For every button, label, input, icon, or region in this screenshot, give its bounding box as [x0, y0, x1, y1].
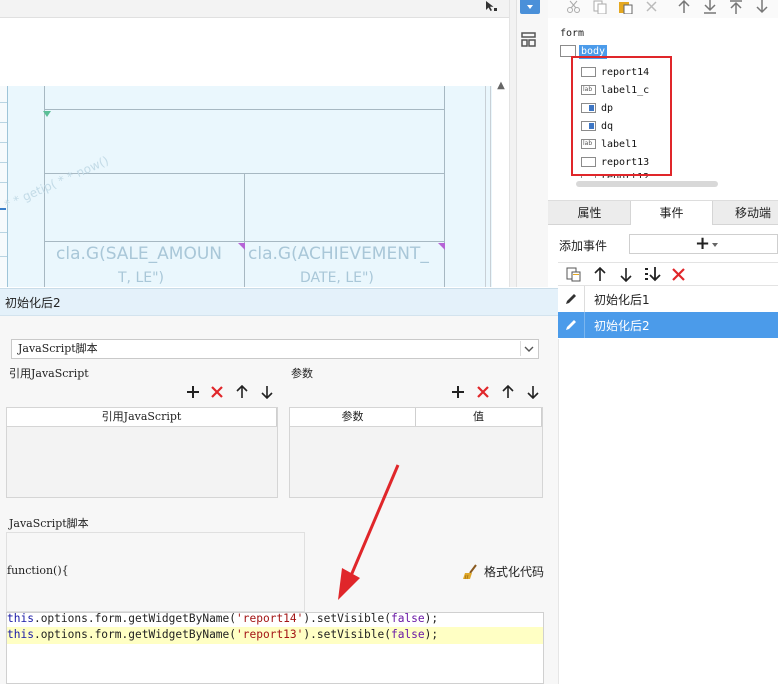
- event-item[interactable]: 初始化后1: [558, 286, 778, 312]
- event-item-label: 初始化后1: [594, 292, 650, 307]
- ref-js-up-button[interactable]: [235, 385, 249, 399]
- ruler-tick: [0, 182, 7, 183]
- ruler-tick: [0, 102, 7, 103]
- script-type-select[interactable]: JavaScript脚本: [11, 339, 539, 359]
- param-down-button[interactable]: [526, 385, 540, 399]
- move-down-icon[interactable]: [754, 0, 770, 14]
- pointer-cursor-icon[interactable]: [484, 0, 498, 12]
- broom-icon: [463, 563, 477, 579]
- ref-js-label: 引用JavaScript: [9, 367, 89, 380]
- ruler-tick: [0, 162, 7, 163]
- grid-line: [490, 86, 491, 287]
- sort-down-icon[interactable]: [644, 266, 662, 283]
- paste-event-icon[interactable]: [566, 267, 582, 282]
- grid-line: [485, 86, 486, 287]
- tree-scrollbar[interactable]: [576, 181, 718, 187]
- delete-icon[interactable]: [644, 0, 660, 14]
- layout-icon[interactable]: [520, 31, 537, 48]
- scroll-up-icon[interactable]: ▲: [495, 80, 507, 92]
- annotation-highlight-box: [571, 56, 672, 176]
- move-bottom-icon[interactable]: [702, 0, 718, 14]
- editor-title: 初始化后2: [5, 296, 61, 310]
- report-cell-sale-amount-sub: T, LE"): [118, 270, 164, 286]
- event-item-label: 初始化后2: [594, 318, 650, 333]
- code-line-2[interactable]: this.options.form.getWidgetByName('repor…: [7, 627, 438, 643]
- cell-marker-icon: [43, 111, 51, 117]
- add-param-button[interactable]: [451, 385, 465, 399]
- chevron-down-icon: [527, 5, 533, 9]
- event-toolbar: [558, 262, 778, 286]
- paste-icon[interactable]: [618, 0, 634, 14]
- ref-js-table[interactable]: 引用JavaScript: [6, 407, 278, 498]
- edit-icon: [558, 312, 585, 338]
- move-up-icon[interactable]: [593, 267, 607, 282]
- params-table[interactable]: 参数 值: [289, 407, 543, 498]
- report-cell-achievement-date[interactable]: cla.G(ACHIEVEMENT_: [248, 244, 443, 264]
- function-header: function(){: [7, 564, 69, 577]
- annotation-arrow-icon: [338, 464, 400, 600]
- chevron-down-icon[interactable]: [520, 341, 536, 356]
- ruler-tick: [0, 122, 7, 123]
- report-cell-sale-amount[interactable]: cla.G(SALE_AMOUN: [56, 244, 242, 264]
- add-event-label: 添加事件: [559, 239, 608, 253]
- delete-param-button[interactable]: [476, 385, 490, 399]
- tab-properties[interactable]: 属性: [549, 201, 630, 225]
- params-label: 参数: [291, 367, 313, 380]
- move-up-icon[interactable]: [676, 0, 692, 14]
- param-up-button[interactable]: [501, 385, 515, 399]
- edit-icon: [558, 286, 585, 312]
- ref-js-column-header: 引用JavaScript: [7, 408, 277, 426]
- chevron-down-icon: [712, 243, 718, 247]
- editor-header: [0, 288, 558, 316]
- ruler-marker: [0, 208, 6, 210]
- event-list-empty-area: [558, 339, 778, 684]
- script-label: JavaScript脚本: [9, 517, 89, 530]
- grid-line: [244, 173, 245, 287]
- grid-line: [444, 86, 445, 287]
- event-item-selected[interactable]: 初始化后2: [558, 312, 778, 338]
- format-code-label: 格式化代码: [484, 565, 545, 579]
- ruler-tick: [0, 232, 7, 233]
- grid-line: [44, 109, 444, 110]
- cut-icon[interactable]: [566, 0, 582, 14]
- report-cell-achievement-date-sub: DATE, LE"): [300, 270, 374, 286]
- tab-events[interactable]: 事件: [630, 201, 713, 225]
- ruler-tick: [0, 142, 7, 143]
- delete-event-icon[interactable]: [671, 267, 686, 282]
- canvas-scrollbar[interactable]: [509, 0, 516, 287]
- code-line-1[interactable]: this.options.form.getWidgetByName('repor…: [7, 611, 438, 627]
- delete-ref-js-button[interactable]: [210, 385, 224, 399]
- add-ref-js-button[interactable]: [186, 385, 200, 399]
- ref-js-down-button[interactable]: [260, 385, 274, 399]
- layout-dropdown-button[interactable]: [520, 0, 540, 14]
- add-event-button[interactable]: +: [629, 233, 778, 254]
- move-down-icon[interactable]: [619, 267, 633, 282]
- move-top-icon[interactable]: [728, 0, 744, 14]
- format-code-button[interactable]: 格式化代码: [462, 563, 544, 580]
- tree-root-form[interactable]: form: [560, 28, 584, 39]
- tab-mobile[interactable]: 移动端: [713, 201, 778, 225]
- tree-toolbar: [548, 0, 778, 18]
- value-column-header: 值: [416, 408, 542, 426]
- canvas-toolbar: [0, 0, 509, 17]
- copy-icon[interactable]: [592, 0, 608, 14]
- add-icon: +: [695, 233, 711, 254]
- ruler-tick: [0, 256, 7, 257]
- param-column-header: 参数: [290, 408, 416, 426]
